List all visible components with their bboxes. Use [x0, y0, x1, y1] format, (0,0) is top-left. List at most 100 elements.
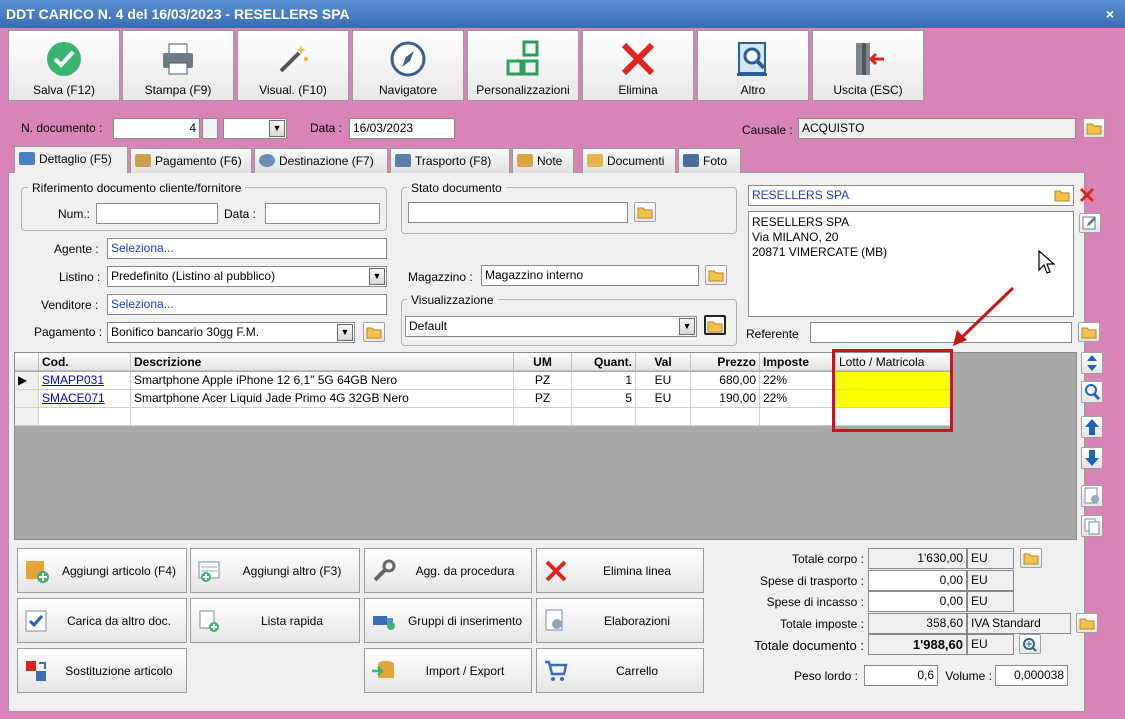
processing-button[interactable]: Elaborazioni — [536, 598, 704, 643]
zoom-totals-button[interactable] — [1019, 634, 1041, 654]
preview-button[interactable]: Visual. (F10) — [237, 30, 349, 101]
tab-documenti[interactable]: Documenti — [582, 148, 676, 173]
exit-button[interactable]: Uscita (ESC) — [812, 30, 924, 101]
customizations-button[interactable]: Personalizzazioni — [467, 30, 579, 101]
cell-descrizione[interactable]: Smartphone Acer Liquid Jade Primo 4G 32G… — [131, 390, 514, 408]
navigator-button[interactable]: Navigatore — [352, 30, 464, 101]
import-export-button[interactable]: Import / Export — [364, 648, 532, 693]
tab-dettaglio[interactable]: Dettaglio (F5) — [14, 146, 128, 173]
delete-button[interactable]: Elimina — [582, 30, 694, 101]
cell-prezzo[interactable]: 190,00 — [691, 390, 760, 408]
row-selector[interactable] — [15, 390, 39, 408]
cart-button[interactable]: Carrello — [536, 648, 704, 693]
cell-empty[interactable] — [572, 408, 636, 426]
stato-input[interactable] — [408, 202, 628, 223]
red-x-icon[interactable] — [1078, 186, 1096, 204]
article-code-link[interactable]: SMAPP031 — [42, 373, 104, 387]
cell-empty[interactable] — [691, 408, 760, 426]
listino-select[interactable]: Predefinito (Listino al pubblico) — [107, 266, 387, 287]
magazzino-folder-button[interactable] — [705, 265, 727, 285]
volume-value[interactable]: 0,000038 — [995, 665, 1068, 686]
referente-folder-button[interactable] — [1078, 322, 1100, 342]
cell-um[interactable]: PZ — [514, 390, 572, 408]
add-article-button[interactable]: Aggiungi articolo (F4) — [17, 548, 187, 593]
edit-address-button[interactable] — [1079, 213, 1101, 233]
chevron-down-icon[interactable]: ▼ — [679, 318, 695, 335]
tab-note[interactable]: Note — [512, 148, 574, 173]
pagamento-select[interactable]: Bonifico bancario 30gg F.M. — [107, 322, 355, 343]
causale-input[interactable]: ACQUISTO — [798, 118, 1076, 139]
causale-folder-button[interactable] — [1083, 118, 1105, 138]
stato-folder-button[interactable] — [634, 202, 656, 222]
move-down-button[interactable] — [1081, 447, 1103, 469]
cell-quant[interactable]: 5 — [572, 390, 636, 408]
replace-article-button[interactable]: Sostituzione articolo — [17, 648, 187, 693]
cell-descrizione[interactable]: Smartphone Apple iPhone 12 6,1" 5G 64GB … — [131, 372, 514, 390]
quick-list-button[interactable]: Lista rapida — [190, 598, 360, 643]
tab-trasporto[interactable]: Trasporto (F8) — [390, 148, 510, 173]
rif-data-input[interactable] — [265, 203, 380, 224]
cell-empty[interactable] — [514, 408, 572, 426]
settings-grid-button[interactable] — [1081, 485, 1103, 507]
delete-line-button[interactable]: Elimina linea — [536, 548, 704, 593]
visualizzazione-select[interactable]: Default — [405, 316, 697, 337]
cell-empty[interactable] — [760, 408, 836, 426]
totale-corpo-folder-button[interactable] — [1020, 548, 1042, 568]
imposte-folder-button[interactable] — [1076, 613, 1098, 633]
column-header-imposte[interactable]: Imposte — [760, 353, 836, 371]
table-row[interactable]: SMAPP031 — [39, 372, 131, 390]
article-code-link[interactable]: SMACE071 — [42, 391, 105, 405]
column-header-quant[interactable]: Quant. — [572, 353, 636, 371]
table-row[interactable]: SMACE071 — [39, 390, 131, 408]
cell-imposte[interactable]: 22% — [760, 390, 836, 408]
cell-prezzo[interactable]: 680,00 — [691, 372, 760, 390]
close-icon[interactable]: × — [1101, 0, 1119, 28]
peso-lordo-value[interactable]: 0,6 — [864, 665, 938, 686]
cell-empty[interactable] — [636, 408, 691, 426]
load-from-doc-button[interactable]: Carica da altro doc. — [17, 598, 187, 643]
reorder-button[interactable] — [1081, 352, 1103, 374]
insert-groups-button[interactable]: Gruppi di inserimento — [364, 598, 532, 643]
customer-name-input[interactable]: RESELLERS SPA — [748, 185, 1074, 206]
visualizzazione-folder-button[interactable] — [704, 315, 726, 335]
other-button[interactable]: Altro — [697, 30, 809, 101]
cell-val[interactable]: EU — [636, 390, 691, 408]
tab-destinazione[interactable]: Destinazione (F7) — [254, 148, 388, 173]
venditore-input[interactable]: Seleziona... — [107, 294, 387, 315]
cell-imposte[interactable]: 22% — [760, 372, 836, 390]
doc-number-input[interactable]: 4 — [113, 118, 200, 139]
cell-um[interactable]: PZ — [514, 372, 572, 390]
chevron-down-icon[interactable]: ▼ — [369, 268, 385, 285]
spese-trasporto-value[interactable]: 0,00 — [868, 570, 967, 591]
search-grid-button[interactable] — [1081, 381, 1103, 403]
copy-grid-button[interactable] — [1081, 515, 1103, 537]
add-from-procedure-button[interactable]: Agg. da procedura — [364, 548, 532, 593]
tab-pagamento[interactable]: Pagamento (F6) — [130, 148, 252, 173]
agente-input[interactable]: Seleziona... — [107, 238, 387, 259]
column-header-cod[interactable]: Cod. — [39, 353, 131, 371]
row-selector[interactable] — [15, 408, 39, 426]
spese-incasso-value[interactable]: 0,00 — [868, 591, 967, 612]
cell-val[interactable]: EU — [636, 372, 691, 390]
cell-quant[interactable]: 1 — [572, 372, 636, 390]
doc-number-spin[interactable] — [202, 118, 218, 139]
row-selector-icon[interactable]: ▶ — [15, 372, 39, 390]
referente-input[interactable] — [810, 322, 1072, 343]
pagamento-folder-button[interactable] — [363, 322, 385, 342]
table-row[interactable] — [39, 408, 131, 426]
cell-empty[interactable] — [131, 408, 514, 426]
rif-num-input[interactable] — [96, 203, 218, 224]
move-up-button[interactable] — [1081, 416, 1103, 438]
magazzino-input[interactable]: Magazzino interno — [481, 265, 699, 286]
print-button[interactable]: Stampa (F9) — [122, 30, 234, 101]
customer-address-box[interactable]: RESELLERS SPA Via MILANO, 20 20871 VIMER… — [748, 211, 1074, 317]
save-button[interactable]: Salva (F12) — [8, 30, 120, 101]
add-other-button[interactable]: Aggiungi altro (F3) — [190, 548, 360, 593]
chevron-down-icon[interactable]: ▼ — [269, 120, 285, 137]
column-header-val[interactable]: Val — [636, 353, 691, 371]
tab-foto[interactable]: Foto — [678, 148, 741, 173]
column-header-prezzo[interactable]: Prezzo — [691, 353, 760, 371]
chevron-down-icon[interactable]: ▼ — [337, 324, 353, 341]
folder-icon[interactable] — [1054, 188, 1070, 202]
date-input[interactable]: 16/03/2023 — [349, 118, 455, 139]
